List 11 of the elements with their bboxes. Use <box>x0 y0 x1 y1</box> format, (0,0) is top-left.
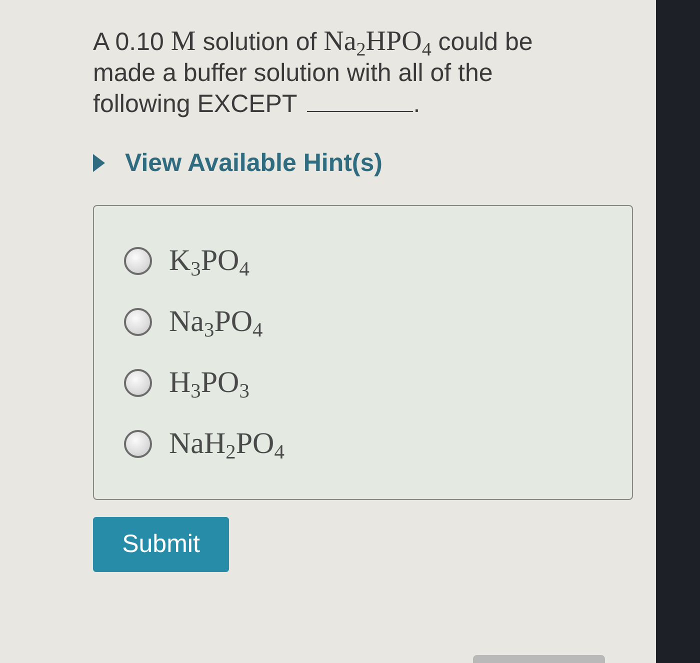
question-text: A 0.10 M solution of Na$_{2}$HPO$_{4}$ could be made a buffer solution with all of the following EXCEPT . <box>93 26 534 120</box>
option-label[interactable]: H$_{3}$PO$_{3}$ <box>169 366 250 400</box>
radio-button[interactable] <box>124 247 152 275</box>
submit-button[interactable]: Submit <box>93 517 229 572</box>
radio-button[interactable] <box>124 308 152 336</box>
option-label[interactable]: Na$_{3}$PO$_{4}$ <box>169 305 263 339</box>
radio-button[interactable] <box>124 369 152 397</box>
option-label[interactable]: K$_{3}$PO$_{4}$ <box>169 244 250 278</box>
option-label[interactable]: NaH$_{2}$PO$_{4}$ <box>169 427 284 461</box>
radio-button[interactable] <box>124 430 152 458</box>
hint-toggle[interactable]: View Available Hint(s) <box>93 148 382 178</box>
